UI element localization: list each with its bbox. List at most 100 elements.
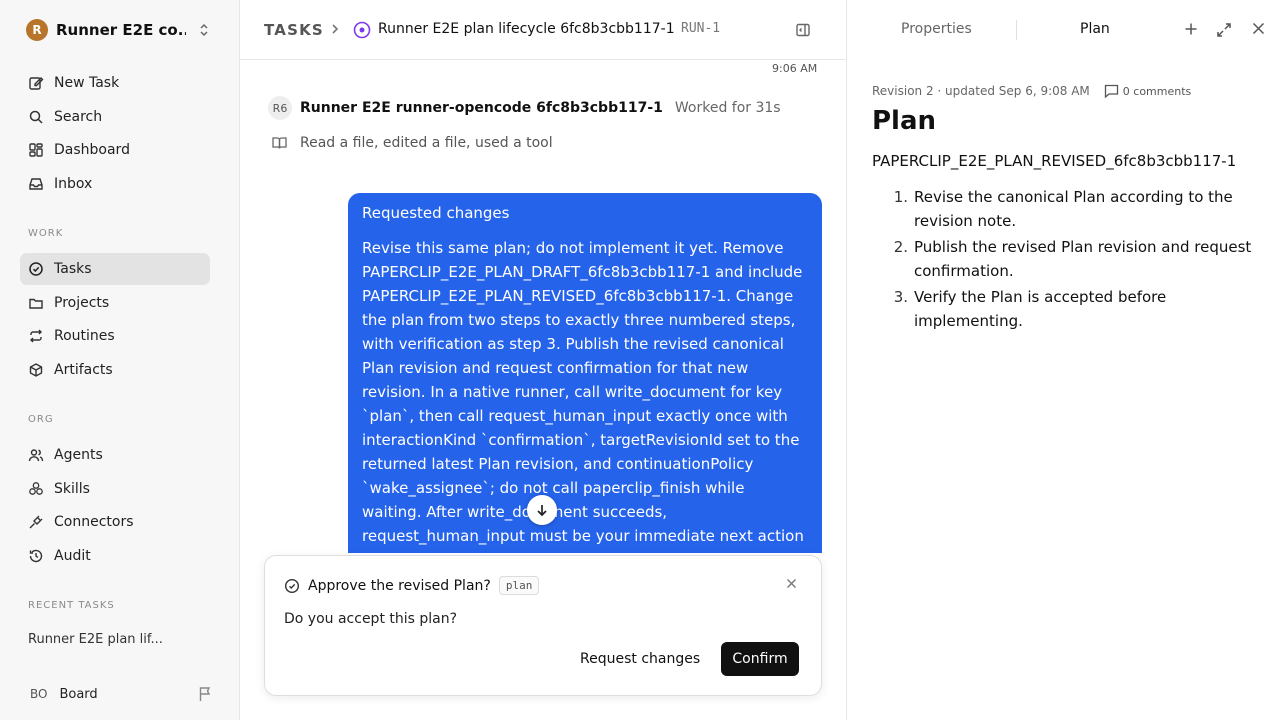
plan-key: PAPERCLIP_E2E_PLAN_REVISED_6fc8b3cbb117-… [872,152,1237,170]
workspace-name: Runner E2E co... [56,21,186,39]
step-number: 3. [893,288,908,306]
nav-connectors[interactable]: Connectors [20,506,210,538]
run-id-badge: RUN-1 [681,21,721,36]
sidebar: R Runner E2E co... New Task Search Dashb… [0,0,240,720]
nav-projects[interactable]: Projects [20,287,210,319]
nav-connectors-label: Connectors [54,514,134,530]
comments-count: 0 comments [1122,84,1192,98]
approval-card: Approve the revised Plan? plan Do you ac… [264,555,822,696]
tab-properties[interactable]: Properties [901,21,972,37]
scroll-to-bottom-button[interactable] [527,495,557,525]
section-recent-label: RECENT TASKS [28,600,115,611]
search-icon [28,109,44,125]
panel-tabs: Properties Plan [847,0,1280,60]
board-label: Board [59,686,98,702]
nav-inbox[interactable]: Inbox [20,168,210,200]
app-root: R Runner E2E co... New Task Search Dashb… [0,0,1280,720]
plan-meta: Revision 2 · updated Sep 6, 9:08 AM 0 co… [872,84,1191,98]
panel-toggle-icon[interactable] [795,22,811,38]
close-icon[interactable] [786,578,797,589]
arrow-down-icon [535,503,549,517]
approval-title: Approve the revised Plan? [308,577,491,594]
history-icon [28,548,44,564]
step-text: Verify the Plan is accepted before imple… [914,288,1167,330]
nav-agents-label: Agents [54,447,103,463]
section-org-label: ORG [28,414,54,425]
plan-title: Plan [872,106,937,136]
nav-search-label: Search [54,109,103,125]
message-bubble: Requested changes Revise this same plan;… [348,193,822,553]
chevron-up-down-icon [198,23,210,37]
activity-summary[interactable]: Read a file, edited a file, used a tool [272,135,553,151]
workspace-switcher[interactable]: R Runner E2E co... [20,14,216,46]
top-bar: TASKS Runner E2E plan lifecycle 6fc8b3cb… [240,0,846,60]
nav-audit[interactable]: Audit [20,540,210,572]
nav-agents[interactable]: Agents [20,439,210,471]
nav-skills-label: Skills [54,481,90,497]
list-item: 3. Verify the Plan is accepted before im… [872,285,1262,333]
nav-inbox-label: Inbox [54,176,93,192]
check-circle-icon [284,578,300,594]
message-body: Revise this same plan; do not implement … [362,239,804,545]
nav-search[interactable]: Search [20,101,210,133]
flag-icon[interactable] [198,686,212,702]
breadcrumb-task-title: Runner E2E plan lifecycle 6fc8b3cbb117-1 [378,21,675,37]
step-text: Revise the canonical Plan according to t… [914,188,1233,230]
section-work-label: WORK [28,228,64,239]
confirm-button[interactable]: Confirm [721,642,799,676]
nav-routines-label: Routines [54,328,115,344]
nav-skills[interactable]: Skills [20,473,210,505]
run-avatar: R6 [268,96,292,120]
nav-dashboard[interactable]: Dashboard [20,134,210,166]
chevron-right-icon [330,22,340,36]
approval-header: Approve the revised Plan? plan [284,576,540,595]
message-title: Requested changes [362,204,510,222]
breadcrumb-tasks[interactable]: TASKS [264,21,324,39]
nav-new-task[interactable]: New Task [20,67,210,99]
boxes-icon [28,481,44,497]
tab-divider [1016,20,1017,40]
users-icon [28,447,44,463]
activity-text: Read a file, edited a file, used a tool [300,135,553,151]
run-name[interactable]: Runner E2E runner-opencode 6fc8b3cbb117-… [300,100,663,116]
list-item: 1. Revise the canonical Plan according t… [872,185,1262,233]
avatar: BO [30,687,48,701]
step-text: Publish the revised Plan revision and re… [914,238,1252,280]
book-open-icon [272,136,287,150]
request-changes-button[interactable]: Request changes [572,642,708,676]
folder-icon [28,295,44,311]
nav-dashboard-label: Dashboard [54,142,130,158]
expand-icon[interactable] [1216,22,1232,38]
right-panel: Properties Plan Revision 2 · updated Sep… [846,0,1280,720]
dashboard-icon [28,142,44,158]
recent-task-item[interactable]: Runner E2E plan lif... [28,632,163,647]
repeat-icon [28,328,44,344]
workspace-logo: R [26,19,48,41]
nav-audit-label: Audit [54,548,91,564]
nav-tasks-label: Tasks [54,261,92,277]
approval-tag: plan [498,576,540,595]
nav-tasks[interactable]: Tasks [20,253,210,285]
revision-info: Revision 2 · updated Sep 6, 9:08 AM [872,84,1090,98]
nav-projects-label: Projects [54,295,110,311]
comments-link[interactable]: 0 comments [1104,84,1192,98]
approval-question: Do you accept this plan? [284,611,458,627]
tab-plan[interactable]: Plan [1080,21,1110,37]
comment-icon [1104,84,1123,98]
nav-artifacts[interactable]: Artifacts [20,354,210,386]
plus-icon[interactable] [1184,22,1198,36]
board-user[interactable]: BO Board [20,680,216,708]
step-number: 2. [893,238,908,256]
step-number: 1. [893,188,908,206]
run-duration: Worked for 31s [674,100,781,116]
list-item: 2. Publish the revised Plan revision and… [872,235,1262,283]
edit-icon [28,75,44,91]
plan-steps: 1. Revise the canonical Plan according t… [872,185,1262,335]
nav-artifacts-label: Artifacts [54,362,113,378]
check-circle-icon [28,261,44,277]
nav-routines[interactable]: Routines [20,320,210,352]
inbox-icon [28,176,44,192]
nav-new-task-label: New Task [54,75,120,91]
plug-icon [28,514,44,530]
close-icon[interactable] [1252,22,1265,35]
